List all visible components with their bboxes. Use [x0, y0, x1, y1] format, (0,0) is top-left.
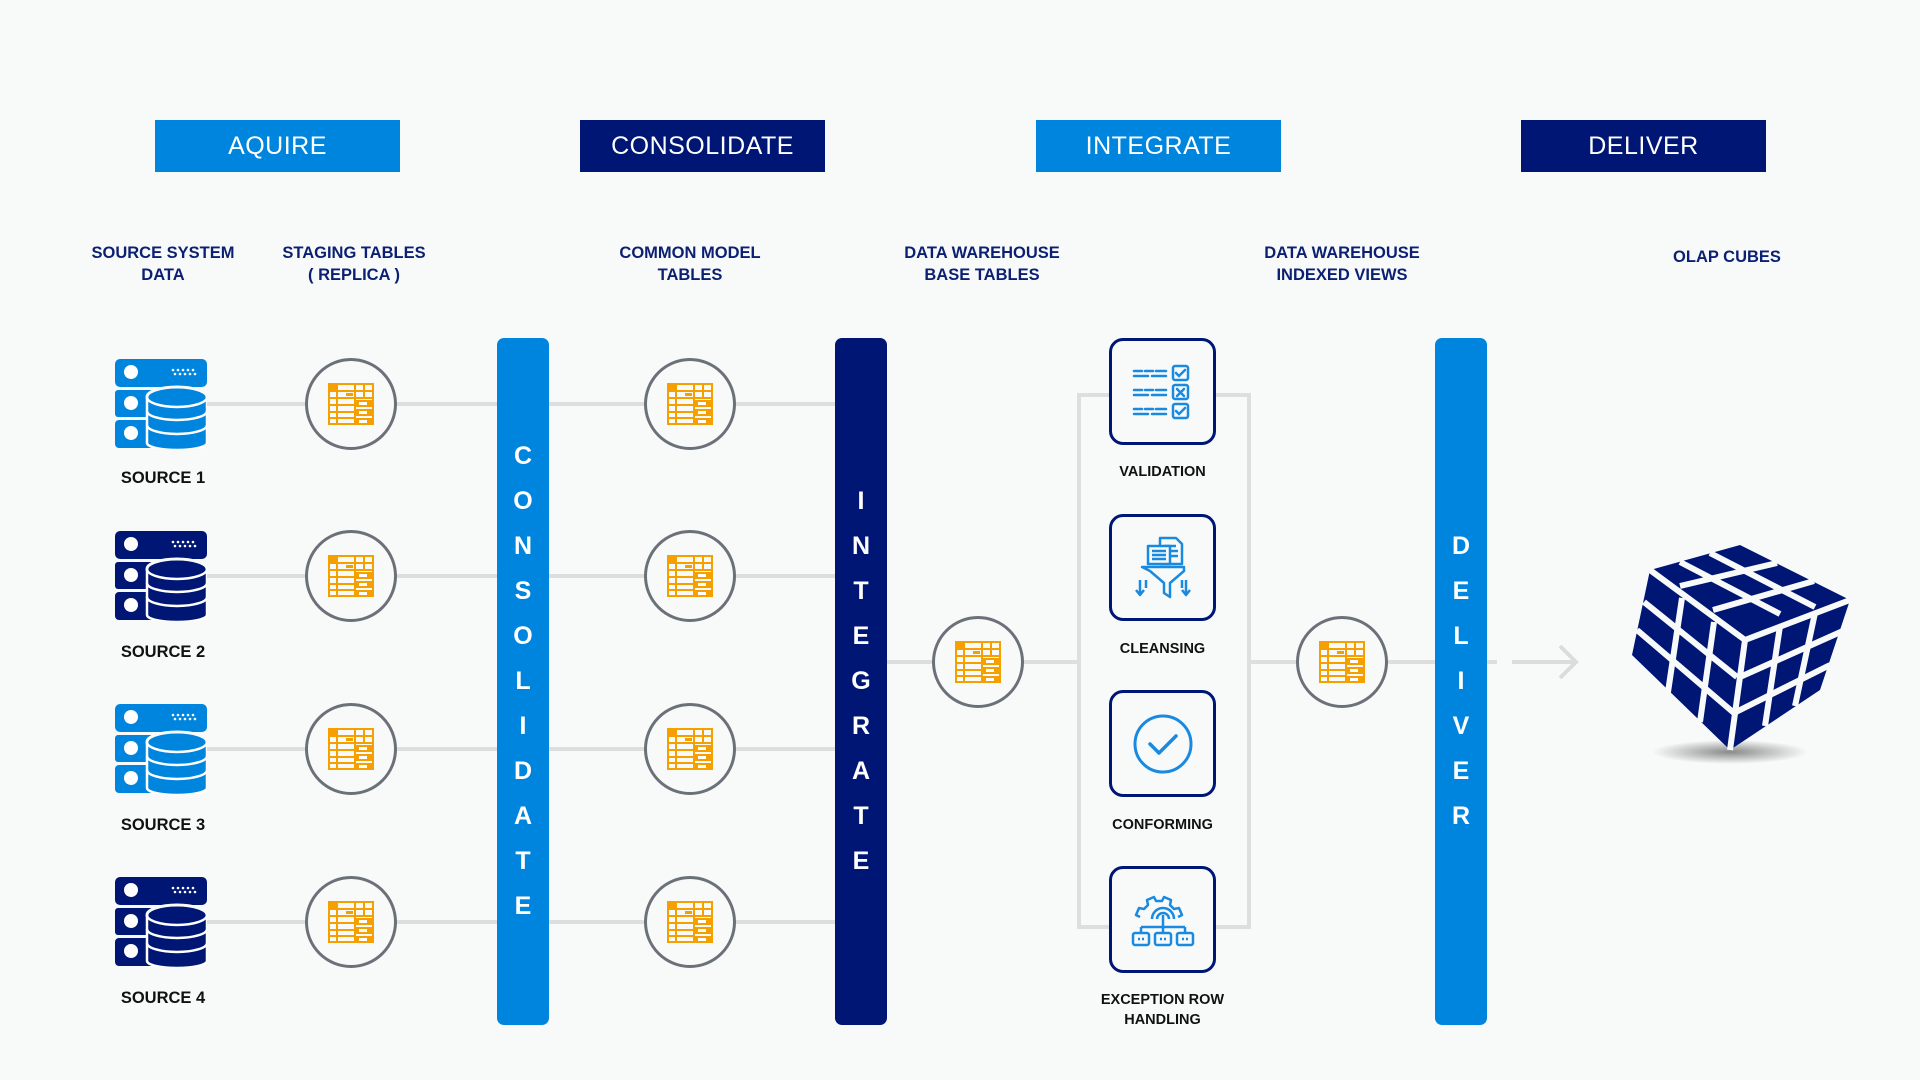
conforming-box — [1109, 690, 1216, 797]
source-label: SOURCE 3 — [120, 816, 206, 834]
process-label-line: EXCEPTION ROW — [1100, 992, 1225, 1008]
column-label-line: OLAP CUBES — [1673, 248, 1781, 266]
bar-letter: R — [851, 712, 871, 740]
process-label: EXCEPTION ROW HANDLING — [1065, 990, 1260, 1030]
column-label-dw-indexed: DATA WAREHOUSE INDEXED VIEWS — [1242, 242, 1442, 286]
column-label-line: COMMON MODEL — [619, 244, 761, 262]
bar-letter: L — [515, 667, 531, 695]
olap-cube-icon — [1632, 545, 1852, 764]
table-icon — [667, 383, 713, 425]
bar-letter: E — [1452, 757, 1470, 785]
table-icon — [328, 901, 374, 943]
source-label: SOURCE 4 — [120, 989, 206, 1007]
database-server-icon — [115, 531, 207, 621]
process-label: VALIDATION — [1119, 464, 1206, 480]
table-icon — [955, 641, 1001, 683]
stage-header-aquire: AQUIRE — [155, 120, 400, 172]
table-icon — [328, 555, 374, 597]
bar-letter: D — [1451, 532, 1471, 560]
process-label: CLEANSING — [1119, 641, 1206, 657]
column-label-common-model: COMMON MODEL TABLES — [590, 242, 790, 286]
common-model-table-node — [644, 358, 736, 450]
check-circle-icon — [1133, 714, 1192, 773]
database-server-icon — [115, 877, 207, 967]
column-label-olap: OLAP CUBES — [1627, 246, 1827, 268]
exception-handling-box — [1109, 866, 1216, 973]
table-icon — [667, 728, 713, 770]
staging-table-node — [305, 876, 397, 968]
bar-letter: T — [853, 802, 869, 830]
bar-letter: G — [851, 667, 871, 695]
stage-header-consolidate: CONSOLIDATE — [580, 120, 825, 172]
database-server-icon — [115, 704, 207, 794]
bar-letter: E — [514, 892, 532, 920]
bar-letter: I — [1457, 667, 1465, 695]
process-label: CONFORMING — [1112, 817, 1213, 833]
process-label-line: HANDLING — [1124, 1012, 1201, 1028]
bar-letter: I — [857, 487, 865, 515]
bar-letter: C — [513, 442, 533, 470]
checklist-icon — [1132, 364, 1189, 419]
column-label-dw-base: DATA WAREHOUSE BASE TABLES — [882, 242, 1082, 286]
bar-letter: N — [513, 532, 533, 560]
bar-letter: O — [513, 622, 533, 650]
common-model-table-node — [644, 876, 736, 968]
bar-letter: A — [851, 757, 871, 785]
bar-letter: A — [513, 802, 533, 830]
bar-letter: L — [1453, 622, 1469, 650]
validation-box — [1109, 338, 1216, 445]
common-model-table-node — [644, 530, 736, 622]
column-label-line: SOURCE SYSTEM — [91, 244, 235, 262]
gear-hierarchy-icon — [1131, 895, 1194, 946]
bar-letter: R — [1451, 802, 1471, 830]
column-label-line: INDEXED VIEWS — [1276, 266, 1408, 284]
table-icon — [667, 901, 713, 943]
source-label: SOURCE 2 — [120, 643, 206, 661]
consolidate-bar: CONSOLIDATE — [497, 338, 549, 1025]
table-icon — [328, 728, 374, 770]
deliver-bar: DELIVER — [1435, 338, 1487, 1025]
bar-letter: S — [514, 577, 532, 605]
column-label-line: TABLES — [657, 266, 723, 284]
bar-letter: I — [519, 712, 527, 740]
bar-letter: E — [852, 847, 870, 875]
column-label-staging: STAGING TABLES ( REPLICA ) — [254, 242, 454, 286]
staging-table-node — [305, 358, 397, 450]
bar-letter: V — [1452, 712, 1470, 740]
bar-letter: T — [515, 847, 531, 875]
bar-letter: D — [513, 757, 533, 785]
bar-letter: O — [513, 487, 533, 515]
table-icon — [1319, 641, 1365, 683]
dw-indexed-view-node — [1296, 616, 1388, 708]
staging-table-node — [305, 703, 397, 795]
table-icon — [328, 383, 374, 425]
column-label-source-system: SOURCE SYSTEM DATA — [63, 242, 263, 286]
stage-header-deliver: DELIVER — [1521, 120, 1766, 172]
column-label-line: BASE TABLES — [924, 266, 1040, 284]
arrow-right-icon — [1512, 644, 1579, 680]
table-icon — [667, 555, 713, 597]
integrate-bar: INTEGRATE — [835, 338, 887, 1025]
staging-table-node — [305, 530, 397, 622]
common-model-table-node — [644, 703, 736, 795]
column-label-line: STAGING TABLES — [282, 244, 426, 262]
dw-base-table-node — [932, 616, 1024, 708]
column-label-line: ( REPLICA ) — [308, 266, 400, 284]
database-server-icon — [115, 359, 207, 449]
column-label-line: DATA — [141, 266, 185, 284]
column-label-line: DATA WAREHOUSE — [904, 244, 1060, 262]
stage-header-integrate: INTEGRATE — [1036, 120, 1281, 172]
connector-line — [1487, 660, 1497, 664]
filter-funnel-icon — [1134, 536, 1191, 598]
column-label-line: DATA WAREHOUSE — [1264, 244, 1420, 262]
bar-letter: E — [852, 622, 870, 650]
cleansing-box — [1109, 514, 1216, 621]
bar-letter: E — [1452, 577, 1470, 605]
bar-letter: N — [851, 532, 871, 560]
bar-letter: T — [853, 577, 869, 605]
source-label: SOURCE 1 — [120, 469, 206, 487]
